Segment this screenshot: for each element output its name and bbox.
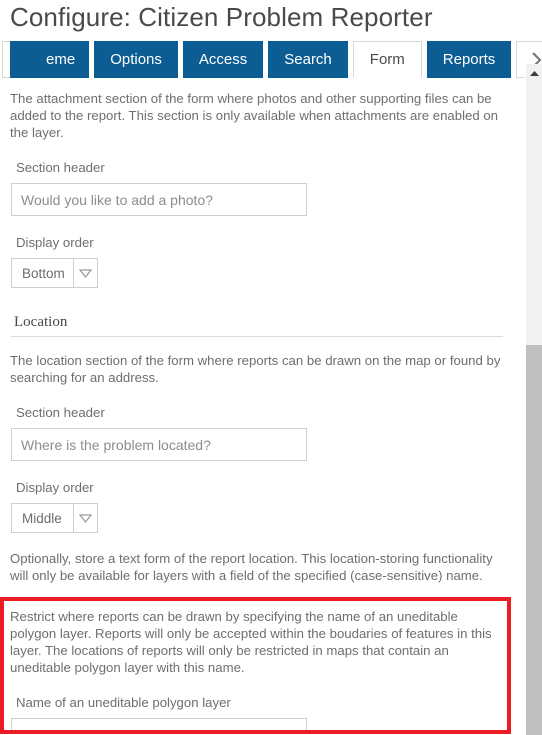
attachment-display-order-select[interactable]: Bottom [11, 258, 98, 288]
scrollbar-thumb[interactable] [526, 345, 542, 735]
restrict-polygon-highlight-box: Restrict where reports can be drawn by s… [0, 597, 511, 734]
tab-access-label: Access [198, 51, 248, 68]
chevron-down-icon [73, 258, 98, 288]
tab-options[interactable]: Options [94, 41, 178, 78]
restrict-layer-name-label: Name of an uneditable polygon layer [16, 695, 231, 710]
page-title: Configure: Citizen Problem Reporter [10, 2, 433, 32]
triangle-up-icon [529, 64, 540, 82]
tab-form[interactable]: Form [352, 41, 422, 78]
attachment-description: The attachment section of the form where… [10, 91, 499, 140]
tab-theme-label: eme [46, 51, 76, 68]
tab-options-label: Options [110, 51, 162, 68]
tab-form-label: Form [369, 51, 405, 68]
location-description: The location section of the form where r… [10, 353, 501, 385]
chevron-down-icon [73, 503, 98, 533]
tab-reports[interactable]: Reports [426, 41, 512, 78]
tab-bar: eme Options Access Search Form Reports [0, 41, 542, 80]
attachment-display-order-value: Bottom [11, 258, 73, 288]
attachment-section-header-label: Section header [16, 160, 105, 175]
tab-search-label: Search [284, 51, 332, 68]
restrict-description: Restrict where reports can be drawn by s… [10, 609, 492, 675]
location-display-order-label: Display order [16, 480, 94, 495]
location-section-header-label: Section header [16, 405, 105, 420]
attachment-section-header-input[interactable] [11, 183, 307, 216]
attachment-display-order-label: Display order [16, 235, 94, 250]
location-section-heading: Location [14, 314, 68, 330]
scroll-up-button[interactable] [526, 64, 542, 81]
location-section-header-input[interactable] [11, 428, 307, 461]
tab-theme[interactable]: eme [10, 41, 90, 78]
location-display-order-value: Middle [11, 503, 73, 533]
vertical-scrollbar[interactable] [525, 64, 542, 735]
location-display-order-select[interactable]: Middle [11, 503, 98, 533]
location-field-description: Optionally, store a text form of the rep… [10, 551, 493, 583]
tab-reports-label: Reports [442, 51, 496, 68]
configure-dialog: Configure: Citizen Problem Reporter eme … [0, 0, 542, 735]
tab-search[interactable]: Search [268, 41, 348, 78]
tab-access[interactable]: Access [182, 41, 264, 78]
restrict-layer-name-input[interactable] [11, 718, 307, 730]
